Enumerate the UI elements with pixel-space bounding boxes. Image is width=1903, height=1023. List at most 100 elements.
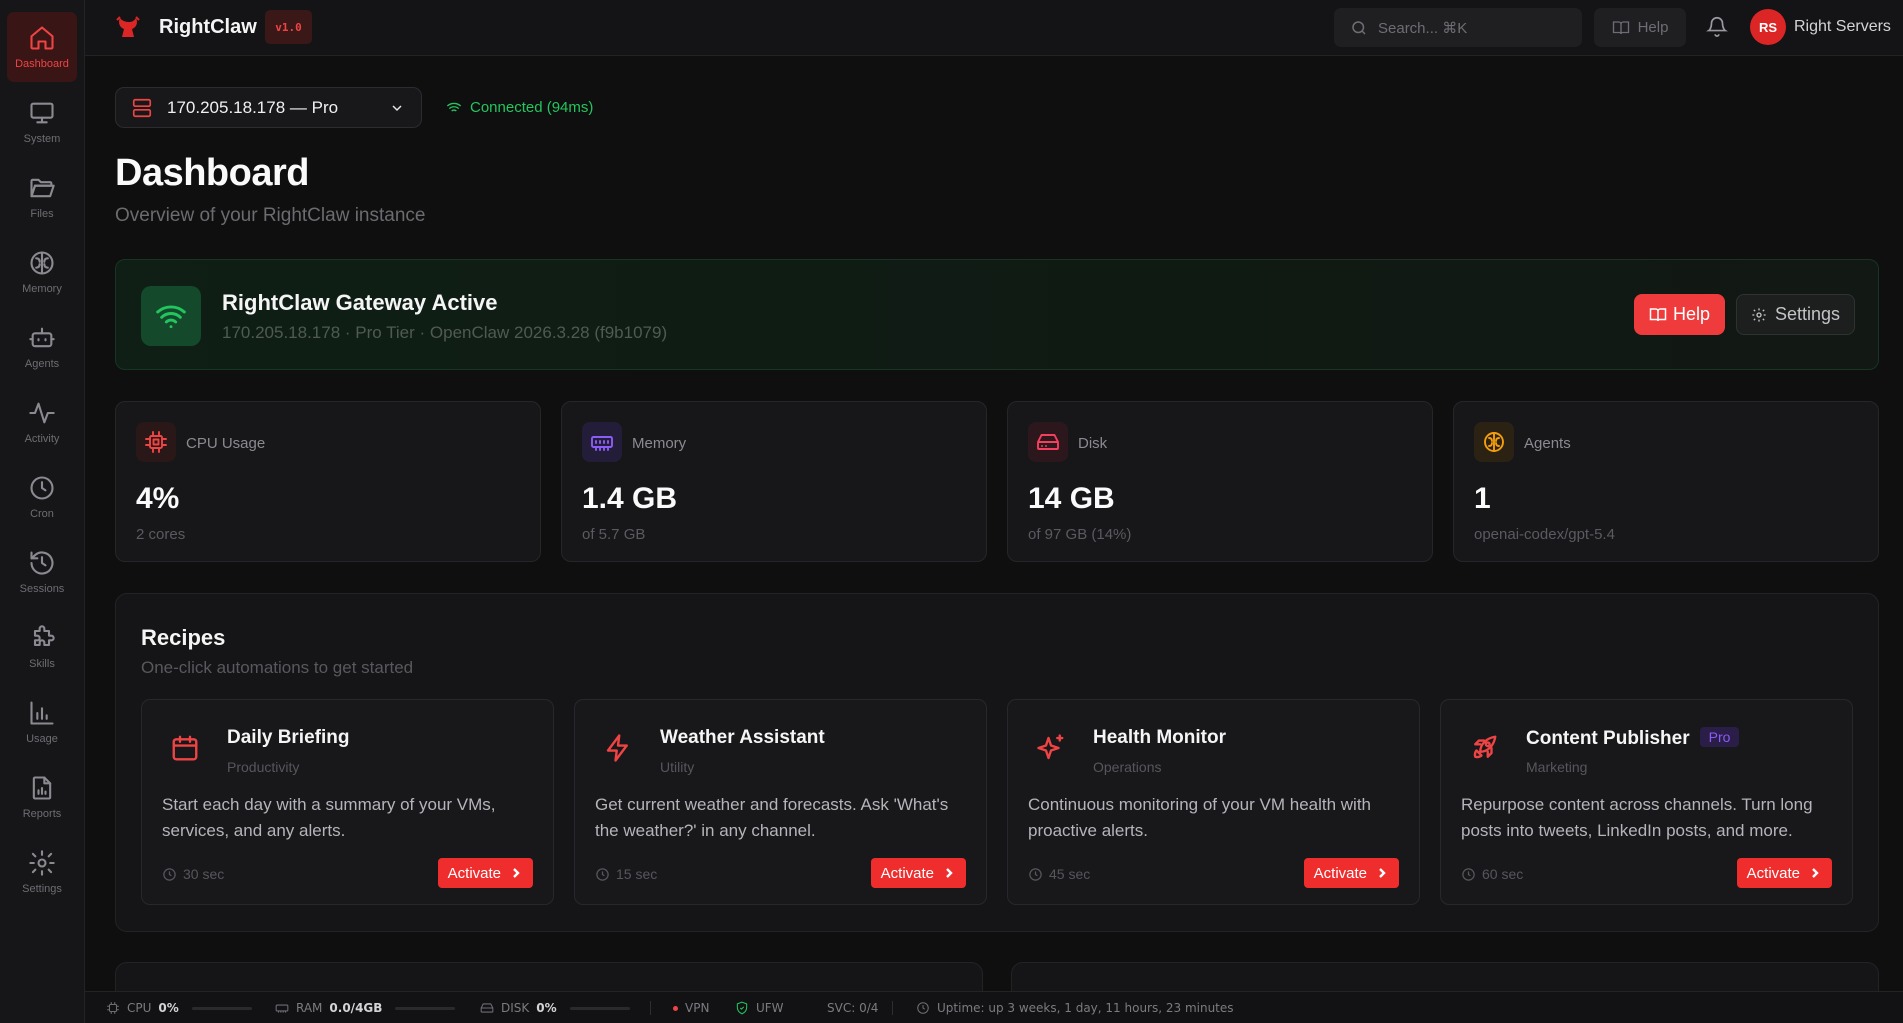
sidebar-item-files[interactable]: Files — [7, 162, 77, 232]
ram-progress-bar — [395, 1006, 456, 1010]
recipe-title: Health Monitor — [1093, 727, 1226, 748]
sidebar-item-skills[interactable]: Skills — [7, 612, 77, 682]
stat-icon-bg — [582, 422, 622, 462]
brand-name[interactable]: RightClaw — [159, 16, 257, 39]
sidebar-item-label: System — [23, 133, 61, 145]
gateway-status-banner: RightClaw Gateway Active 170.205.18.178 … — [115, 259, 1879, 370]
user-name[interactable]: Right Servers — [1794, 18, 1891, 36]
version-badge: v1.0 — [265, 10, 312, 44]
activate-label: Activate — [1313, 864, 1367, 882]
search-icon — [1352, 20, 1366, 35]
clock-icon — [30, 476, 54, 500]
stat-card-memory: Memory 1.4 GB of 5.7 GB — [561, 401, 987, 562]
hard-drive-icon — [1037, 434, 1059, 450]
clock-icon — [163, 867, 176, 881]
bot-icon — [29, 327, 55, 348]
sidebar-item-system[interactable]: System — [7, 87, 77, 157]
cpu-progress-bar — [191, 1006, 252, 1010]
stat-value: 1.4 GB — [582, 482, 678, 515]
recipe-duration: 30 sec — [162, 866, 224, 882]
chevron-right-icon — [1379, 868, 1386, 878]
recipe-card-weather-assistant[interactable]: Weather Assistant Utility Get current we… — [574, 699, 987, 905]
stat-label: Disk — [1078, 435, 1108, 452]
help-button[interactable]: Help — [1594, 8, 1686, 47]
activate-button[interactable]: Activate — [1303, 858, 1399, 888]
home-icon — [30, 26, 54, 50]
sidebar-item-settings[interactable]: Settings — [7, 837, 77, 907]
shield-check-icon — [736, 1001, 748, 1015]
gateway-help-label: Help — [1672, 304, 1711, 324]
recipe-category: Utility — [660, 759, 695, 775]
zap-icon — [606, 734, 628, 762]
avatar[interactable]: RS — [1750, 9, 1786, 45]
search-input[interactable]: Search... ⌘K — [1334, 8, 1582, 47]
stat-card-cpu: CPU Usage 4% 2 cores — [115, 401, 541, 562]
disk-progress-bar — [569, 1006, 630, 1010]
recipe-duration: 15 sec — [595, 866, 657, 882]
status-ufw: UFW — [735, 1001, 784, 1015]
vpn-status-dot — [673, 1005, 678, 1011]
sidebar: Dashboard System Files Memory Agents Act… — [0, 0, 85, 1023]
server-selector[interactable]: 170.205.18.178 — Pro — [115, 87, 422, 128]
stat-subtext: of 97 GB (14%) — [1028, 526, 1132, 543]
sidebar-item-label: Settings — [22, 883, 62, 895]
sidebar-item-activity[interactable]: Activity — [7, 387, 77, 457]
activate-label: Activate — [1746, 864, 1800, 882]
status-ram-label: RAM — [296, 1001, 323, 1015]
sidebar-item-agents[interactable]: Agents — [7, 312, 77, 382]
stat-icon-bg — [136, 422, 176, 462]
activate-label: Activate — [447, 864, 501, 882]
wifi-icon — [141, 286, 201, 346]
stat-value: 14 GB — [1028, 482, 1115, 515]
connection-status: Connected (94ms) — [446, 99, 593, 116]
sidebar-item-label: Usage — [26, 733, 58, 745]
activate-button[interactable]: Activate — [870, 858, 966, 888]
bar-chart-icon — [30, 701, 54, 725]
gateway-settings-button[interactable]: Settings — [1736, 294, 1855, 335]
sidebar-item-reports[interactable]: Reports — [7, 762, 77, 832]
gateway-help-button[interactable]: Help — [1634, 294, 1725, 335]
stat-value: 4% — [136, 482, 180, 515]
sidebar-item-cron[interactable]: Cron — [7, 462, 77, 532]
sidebar-item-sessions[interactable]: Sessions — [7, 537, 77, 607]
status-svc: SVC: 0/4 — [827, 1001, 878, 1015]
notifications-button[interactable] — [1706, 15, 1730, 39]
status-vpn: VPN — [673, 1001, 709, 1015]
activate-button[interactable]: Activate — [1736, 858, 1832, 888]
recipe-time: 30 sec — [183, 866, 225, 882]
status-uptime: Uptime: up 3 weeks, 1 day, 11 hours, 23 … — [916, 1001, 1234, 1015]
status-disk: DISK 0% — [480, 1001, 630, 1015]
status-cpu-value: 0% — [158, 1001, 179, 1015]
book-icon — [1612, 20, 1629, 34]
sidebar-item-memory[interactable]: Memory — [7, 237, 77, 307]
hard-drive-icon — [480, 1003, 494, 1013]
activate-button[interactable]: Activate — [437, 858, 533, 888]
recipe-time: 15 sec — [616, 866, 658, 882]
recipe-time: 45 sec — [1049, 866, 1091, 882]
sidebar-item-label: Cron — [30, 508, 54, 520]
sidebar-item-label: Activity — [24, 433, 60, 445]
sparkles-icon — [1037, 734, 1064, 760]
chevron-right-icon — [513, 868, 520, 878]
sidebar-item-dashboard[interactable]: Dashboard — [7, 12, 77, 82]
claw-logo-icon — [116, 16, 140, 37]
gear-icon — [1752, 307, 1766, 322]
stat-card-disk: Disk 14 GB of 97 GB (14%) — [1007, 401, 1433, 562]
recipe-card-content-publisher[interactable]: Content Publisher Pro Marketing Repurpose… — [1440, 699, 1853, 905]
brain-icon — [1484, 432, 1504, 452]
stat-label: Agents — [1524, 435, 1571, 452]
sidebar-item-usage[interactable]: Usage — [7, 687, 77, 757]
divider — [892, 1001, 893, 1015]
monitor-icon — [30, 102, 54, 124]
sidebar-item-label: Files — [30, 208, 54, 220]
recipe-title: Weather Assistant — [660, 727, 825, 748]
clock-icon — [1029, 867, 1042, 881]
recipe-time: 60 sec — [1482, 866, 1524, 882]
recipes-title: Recipes — [141, 625, 226, 650]
status-cpu: CPU 0% — [106, 1001, 252, 1015]
chevron-down-icon — [392, 104, 402, 111]
recipe-card-daily-briefing[interactable]: Daily Briefing Productivity Start each d… — [141, 699, 554, 905]
recipe-card-health-monitor[interactable]: Health Monitor Operations Continuous mon… — [1007, 699, 1420, 905]
gateway-title: RightClaw Gateway Active — [222, 290, 498, 315]
status-ram-value: 0.0/4GB — [329, 1001, 383, 1015]
